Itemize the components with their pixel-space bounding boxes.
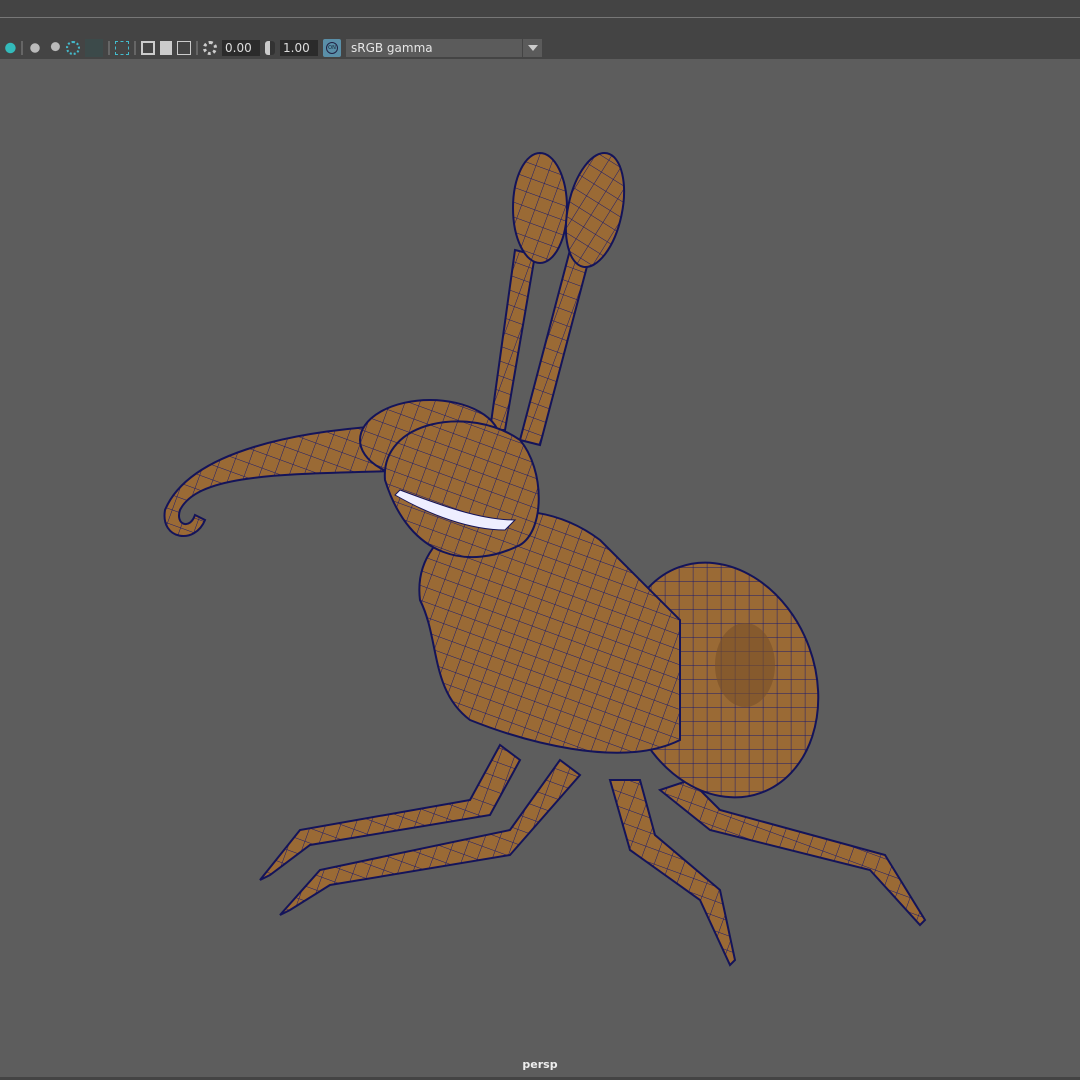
eye (512, 152, 568, 264)
spot (715, 623, 775, 707)
face (383, 420, 540, 559)
leg (657, 778, 927, 927)
camera-label: persp (522, 1058, 558, 1071)
creature-model[interactable] (0, 0, 1080, 1080)
eye-stalk (488, 248, 537, 431)
